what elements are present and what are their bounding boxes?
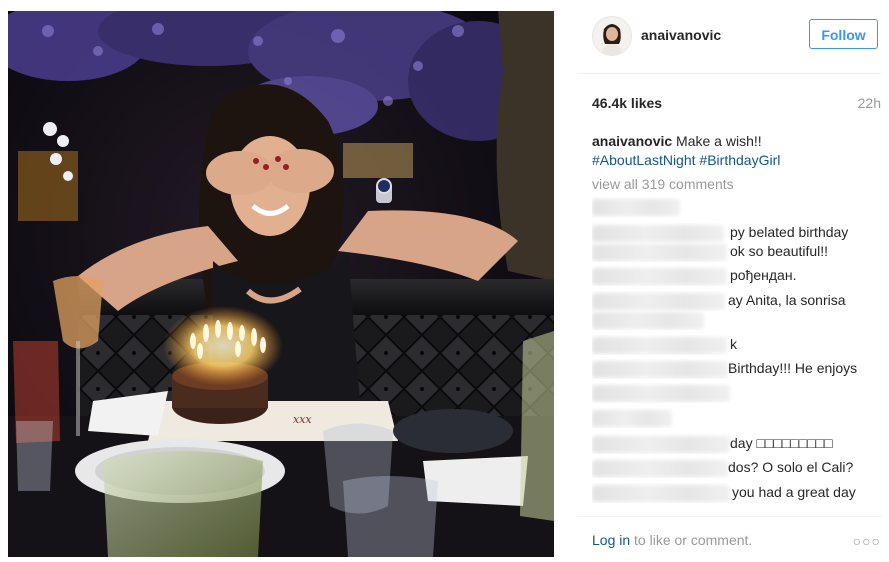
comment-text: day □□□□□□□□□ <box>730 435 833 451</box>
comment-text: k <box>730 336 737 352</box>
blurred-username <box>592 268 727 285</box>
blurred-username <box>592 485 730 502</box>
list-item <box>592 310 881 330</box>
list-item <box>592 383 881 403</box>
blurred-username <box>592 293 725 310</box>
more-options-icon[interactable]: ○○○ <box>853 533 881 549</box>
svg-text:xxx: xxx <box>293 413 312 426</box>
caption-text: Make a wish!! <box>672 133 762 149</box>
list-item: you had a great day <box>592 483 881 503</box>
likes-count[interactable]: 46.4k likes <box>592 95 662 111</box>
comment-text: рођендан. <box>730 267 797 283</box>
comment-text: Birthday!!! He enjoys <box>728 360 858 376</box>
list-item <box>592 408 881 428</box>
blurred-username <box>592 225 724 242</box>
birthday-photo-image: xxx <box>8 11 554 557</box>
profile-photo-icon <box>593 17 631 55</box>
follow-button[interactable]: Follow <box>809 19 878 49</box>
caption: anaivanovic Make a wish!! #AboutLastNigh… <box>592 132 877 170</box>
hashtag-link[interactable]: #BirthdayGirl <box>699 152 780 168</box>
blurred-username <box>592 410 672 427</box>
username-link[interactable]: anaivanovic <box>641 27 721 43</box>
comment-text: ay Anita, la sonrisa <box>728 292 846 308</box>
comment-list: py belated birthday ok so beautiful!! ро… <box>592 197 881 507</box>
blurred-username <box>592 244 727 261</box>
view-all-comments-link[interactable]: view all 319 comments <box>592 176 734 192</box>
list-item: day □□□□□□□□□ <box>592 434 881 454</box>
comment-text: you had a great day <box>732 484 856 500</box>
list-item: dos? O solo el Cali? <box>592 458 881 478</box>
comment-text: py belated birthday <box>730 224 849 240</box>
list-item: ok so beautiful!! <box>592 242 881 262</box>
list-item <box>592 197 881 217</box>
caption-username[interactable]: anaivanovic <box>592 133 672 149</box>
login-prompt-text: to like or comment. <box>630 532 753 548</box>
login-link[interactable]: Log in <box>592 532 630 548</box>
blurred-username <box>592 199 680 216</box>
comment-text: ok so beautiful!! <box>730 243 829 259</box>
list-item: py belated birthday <box>592 223 881 243</box>
post-header: anaivanovic Follow <box>577 11 881 74</box>
list-item: k <box>592 335 881 355</box>
list-item: рођендан. <box>592 266 881 286</box>
blurred-username <box>592 385 730 402</box>
login-prompt: Log in to like or comment. <box>592 532 752 548</box>
blurred-username <box>592 337 727 354</box>
post-time[interactable]: 22h <box>858 95 881 111</box>
post-photo[interactable]: xxx <box>8 11 554 557</box>
blurred-username <box>592 436 730 453</box>
list-item: ay Anita, la sonrisa <box>592 291 881 311</box>
blurred-username <box>592 312 704 329</box>
avatar[interactable] <box>592 16 632 56</box>
comment-text: dos? O solo el Cali? <box>728 459 854 475</box>
hashtag-link[interactable]: #AboutLastNight <box>592 152 696 168</box>
post-footer: Log in to like or comment. ○○○ <box>577 516 881 558</box>
blurred-username <box>592 460 728 477</box>
post-sidebar: anaivanovic Follow 46.4k likes 22h anaiv… <box>577 11 881 557</box>
blurred-username <box>592 361 728 378</box>
list-item: Birthday!!! He enjoys <box>592 359 881 379</box>
